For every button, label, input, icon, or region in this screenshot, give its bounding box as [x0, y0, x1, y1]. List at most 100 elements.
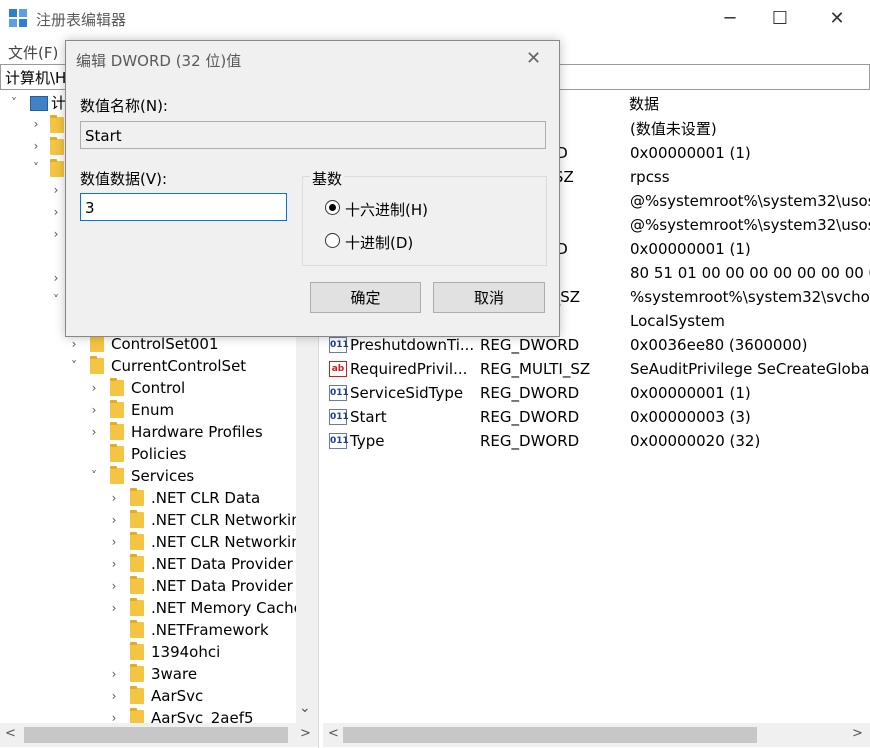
folder-icon [90, 334, 104, 352]
chevron-right-icon[interactable]: › [30, 117, 42, 131]
chevron-right-icon[interactable]: › [50, 205, 62, 219]
registry-editor-app-icon [9, 9, 28, 28]
tree-node-label: .NET Data Provider f [151, 555, 303, 573]
chevron-right-icon[interactable]: › [88, 399, 100, 421]
value-name: ServiceSidType [350, 384, 464, 402]
chevron-right-icon[interactable]: › [50, 271, 62, 285]
tree-node-label: .NET CLR Networkin [151, 533, 301, 551]
tree-node-label: CurrentControlSet [111, 357, 247, 375]
chevron-right-icon[interactable]: › [108, 597, 120, 619]
chevron-down-icon[interactable]: ˅ [8, 92, 20, 114]
minimize-button[interactable]: ─ [705, 0, 755, 38]
tree-node-label: .NET Data Provider f [151, 577, 303, 595]
chevron-right-icon[interactable]: › [108, 553, 120, 575]
cancel-button[interactable]: 取消 [433, 282, 545, 313]
folder-icon [130, 532, 144, 550]
hex-label[interactable]: 十六进制(H) [345, 199, 428, 220]
value-data: 0x00000020 (32) [630, 432, 761, 450]
tree-node-label: .NETFramework [151, 621, 269, 639]
binary-value-icon: 011 [329, 385, 349, 401]
chevron-right-icon[interactable]: › [50, 183, 62, 197]
chevron-right-icon[interactable]: › [108, 685, 120, 707]
radix-group [302, 176, 547, 266]
computer-icon [30, 96, 48, 111]
chevron-right-icon[interactable]: › [50, 227, 62, 241]
folder-icon [130, 620, 144, 638]
menu-file[interactable]: 文件(F) [8, 42, 58, 63]
value-data: @%systemroot%\system32\usos [630, 216, 870, 234]
folder-icon [110, 378, 124, 396]
chevron-right-icon[interactable]: › [108, 663, 120, 685]
chevron-down-icon[interactable]: ˅ [30, 161, 42, 175]
value-name: RequiredPrivil... [350, 360, 468, 378]
binary-value-icon: 011 [329, 409, 349, 425]
chevron-down-icon[interactable]: ˅ [68, 355, 80, 377]
folder-icon [90, 356, 104, 374]
scroll-left-arrow-icon[interactable]: < [328, 726, 339, 741]
ok-button[interactable]: 确定 [310, 282, 421, 313]
hex-radio[interactable] [325, 200, 340, 215]
chevron-right-icon[interactable]: › [88, 421, 100, 443]
chevron-down-icon[interactable]: ˅ [88, 465, 100, 487]
string-value-icon: ab [329, 361, 347, 377]
value-data-field[interactable]: 3 [80, 193, 287, 221]
folder-icon [50, 159, 64, 177]
value-data: 80 51 01 00 00 00 00 00 00 00 00 [630, 264, 870, 282]
chevron-right-icon[interactable]: › [30, 139, 42, 153]
tree-node-label: 3ware [151, 665, 198, 683]
decimal-label[interactable]: 十进制(D) [345, 232, 413, 253]
value-type: REG_DWORD [480, 432, 580, 450]
folder-icon [130, 576, 144, 594]
tree-node-label: Policies [131, 445, 187, 463]
folder-icon [110, 466, 124, 484]
value-data: 0x00000001 (1) [630, 240, 751, 258]
value-data: LocalSystem [630, 312, 725, 330]
folder-icon [130, 554, 144, 572]
value-row[interactable]: ab RequiredPrivil... REG_MULTI_SZ SeAuditPr… [323, 357, 870, 381]
binary-value-icon: 011 [329, 433, 349, 449]
value-name-label: 数值名称(N): [80, 97, 168, 115]
chevron-right-icon[interactable]: › [108, 509, 120, 531]
folder-icon [130, 488, 144, 506]
tree-node-label: Control [131, 379, 186, 397]
tree-node-label: AarSvc [151, 687, 204, 705]
value-data: (数值未设置) [630, 120, 717, 138]
folder-icon [50, 137, 64, 155]
scroll-down-arrow-icon[interactable]: ⌄ [299, 700, 311, 716]
chevron-right-icon[interactable]: › [88, 377, 100, 399]
chevron-right-icon[interactable]: › [108, 531, 120, 553]
dialog-close-button[interactable]: ✕ [526, 48, 541, 69]
values-scroll-thumb[interactable] [343, 727, 757, 743]
folder-icon [130, 598, 144, 616]
folder-icon [110, 422, 124, 440]
folder-icon [130, 510, 144, 528]
value-name-field[interactable]: Start [80, 121, 546, 149]
value-row[interactable]: 011 ServiceSidType REG_DWORD 0x00000001 (1) [323, 381, 870, 405]
tree-node-label: 计 [51, 94, 67, 112]
tree-node-label: 1394ohci [151, 643, 221, 661]
chevron-right-icon[interactable]: › [108, 487, 120, 509]
scroll-right-arrow-icon[interactable]: > [852, 726, 863, 741]
tree-scroll-thumb[interactable] [24, 727, 288, 743]
folder-icon [110, 444, 124, 462]
close-button[interactable]: ✕ [812, 0, 862, 38]
chevron-right-icon[interactable]: › [108, 575, 120, 597]
value-type: REG_DWORD [480, 384, 580, 402]
value-row[interactable]: 011 Type REG_DWORD 0x00000020 (32) [323, 429, 870, 453]
chevron-down-icon[interactable]: ˅ [50, 293, 62, 307]
decimal-radio[interactable] [325, 233, 340, 248]
tree-node-label: .NET CLR Data [151, 489, 261, 507]
address-text: 计算机\H [5, 69, 67, 87]
value-row[interactable]: 011 Start REG_DWORD 0x00000003 (3) [323, 405, 870, 429]
value-data: SeAuditPrivilege SeCreateGlobal [630, 360, 870, 378]
maximize-button[interactable]: ☐ [755, 0, 805, 38]
value-data: rpcss [630, 168, 670, 186]
tree-node-label: Services [131, 467, 195, 485]
scroll-left-arrow-icon[interactable]: < [5, 726, 16, 741]
folder-icon [130, 664, 144, 682]
value-data: 0x0036ee80 (3600000) [630, 336, 808, 354]
value-data: @%systemroot%\system32\usos [630, 192, 870, 210]
value-data: 0x00000001 (1) [630, 144, 751, 162]
scroll-right-arrow-icon[interactable]: > [300, 726, 311, 741]
column-header-data[interactable]: 数据 [629, 92, 659, 116]
